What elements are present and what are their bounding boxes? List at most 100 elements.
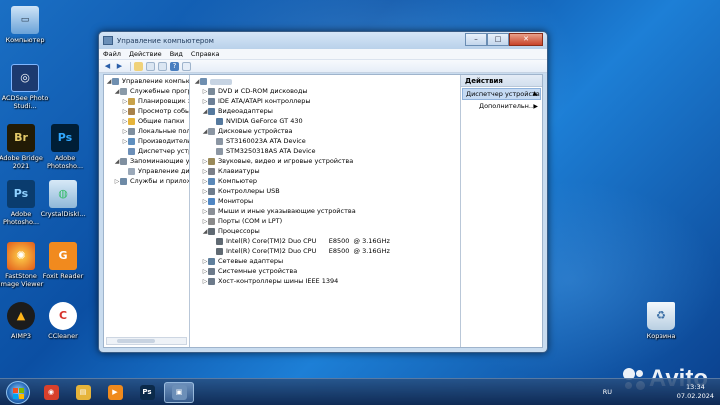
device-icon[interactable] bbox=[182, 61, 191, 71]
device-tree-item[interactable]: ▷ Компьютер bbox=[202, 177, 257, 186]
taskbar-app-explorer[interactable]: ▤ bbox=[68, 382, 98, 403]
device-tree-item[interactable]: NVIDIA GeForce GT 430 bbox=[210, 117, 303, 126]
device-tree-item[interactable]: ▷ Мыши и иные указывающие устройства bbox=[202, 207, 356, 216]
device-tree-item[interactable]: ▷ Мониторы bbox=[202, 197, 253, 206]
actions-selected-label: Диспетчер устройств bbox=[466, 90, 540, 98]
desktop-icon-photoshop-1[interactable]: Ps Adobe Photosho... bbox=[40, 124, 90, 170]
nav-tree-item[interactable]: ▷Просмотр событи bbox=[122, 107, 189, 116]
taskbar-app-computer-management[interactable]: ▣ bbox=[164, 382, 194, 403]
start-button[interactable] bbox=[6, 381, 30, 404]
desktop-icon-recycle-bin[interactable]: ♻ Корзина bbox=[636, 302, 686, 340]
menu-view[interactable]: Вид bbox=[170, 50, 183, 58]
nav-tree-item[interactable]: Управление диска bbox=[122, 167, 189, 176]
chrome-icon: ◉ bbox=[43, 385, 59, 400]
nav-tree-item[interactable]: ▷Локальные польз bbox=[122, 127, 189, 136]
device-tree-item[interactable]: ▷ IDE ATA/ATAPI контроллеры bbox=[202, 97, 311, 106]
collapse-arrow-icon[interactable]: ▲ bbox=[532, 89, 537, 99]
device-tree-item[interactable]: ▷ Системные устройства bbox=[202, 267, 297, 276]
help-icon[interactable]: ? bbox=[170, 61, 179, 71]
device-tree-item[interactable]: ▷ Порты (COM и LPT) bbox=[202, 217, 282, 226]
device-tree-label: Компьютер bbox=[218, 177, 257, 185]
actions-selected-device-manager[interactable]: Диспетчер устройств ▲ bbox=[462, 88, 541, 100]
scrollbar-thumb[interactable] bbox=[117, 339, 155, 343]
menu-bar: Файл Действие Вид Справка bbox=[99, 49, 547, 60]
close-button[interactable]: ✕ bbox=[509, 33, 543, 46]
media-player-icon: ▶ bbox=[107, 385, 123, 400]
tree-node-icon bbox=[120, 158, 127, 165]
device-tree-item[interactable]: ▷ DVD и CD-ROM дисководы bbox=[202, 87, 308, 96]
device-category-icon bbox=[216, 248, 223, 255]
desktop-icon-label: Корзина bbox=[646, 332, 676, 340]
taskbar-app-media-player[interactable]: ▶ bbox=[100, 382, 130, 403]
desktop-icon-computer[interactable]: ▭ Компьютер bbox=[0, 6, 50, 44]
desktop-icon-ccleaner[interactable]: C CCleaner bbox=[38, 302, 88, 340]
show-tree-icon[interactable] bbox=[146, 61, 155, 71]
forward-arrow-icon[interactable]: ▶ bbox=[115, 62, 124, 71]
nav-tree-item[interactable]: ▷ Общие папки bbox=[122, 117, 184, 126]
back-arrow-icon[interactable]: ◀ bbox=[103, 62, 112, 71]
device-tree-item[interactable]: STM3250318AS ATA Device bbox=[210, 147, 315, 156]
desktop-icon-label: FastStone Image Viewer bbox=[0, 272, 44, 288]
properties-icon[interactable] bbox=[158, 61, 167, 71]
clock[interactable]: 13:34 07.02.2024 bbox=[677, 383, 714, 401]
nav-tree-label: Производительн bbox=[138, 137, 190, 145]
device-tree-label: Дисковые устройства bbox=[218, 127, 293, 135]
nav-tree-item[interactable]: ◢Служебные програм bbox=[114, 87, 189, 96]
device-category-icon bbox=[208, 218, 215, 225]
menu-action[interactable]: Действие bbox=[129, 50, 162, 58]
maximize-button[interactable]: □ bbox=[487, 33, 509, 46]
tree-node-icon bbox=[120, 88, 127, 95]
device-tree-label: Мониторы bbox=[218, 197, 254, 205]
menu-help[interactable]: Справка bbox=[191, 50, 220, 58]
faststone-icon: ✺ bbox=[7, 242, 35, 270]
device-tree-item[interactable]: ▷ Сетевые адаптеры bbox=[202, 257, 283, 266]
language-indicator[interactable]: RU bbox=[603, 388, 612, 396]
actions-more[interactable]: Дополнительн... ▶ bbox=[461, 101, 542, 112]
nav-tree-label: Запоминающие устр bbox=[130, 157, 190, 165]
taskbar-app-photoshop[interactable]: Ps bbox=[132, 382, 162, 403]
actions-header: Действия bbox=[461, 75, 542, 87]
nav-tree-item[interactable]: Диспетчер устрой bbox=[122, 147, 189, 156]
device-tree-item[interactable]: ▷ Клавиатуры bbox=[202, 167, 260, 176]
nav-tree-item[interactable]: ▷Планировщик зад bbox=[122, 97, 189, 106]
horizontal-scrollbar[interactable] bbox=[106, 337, 187, 345]
desktop-icon-label: Adobe Bridge 2021 bbox=[0, 154, 43, 170]
device-tree-label: IDE ATA/ATAPI контроллеры bbox=[218, 97, 311, 105]
taskbar-app-chrome[interactable]: ◉ bbox=[36, 382, 66, 403]
nav-tree-label: Планировщик зад bbox=[138, 97, 189, 105]
tree-node-icon bbox=[120, 178, 127, 185]
device-tree-item[interactable]: ◢ Процессоры bbox=[202, 227, 260, 236]
minimize-button[interactable]: – bbox=[465, 33, 487, 46]
device-tree-item[interactable]: ◢ bbox=[194, 77, 232, 86]
device-tree-item[interactable]: Intel(R) Core(TM)2 Duo CPU E8500 @ 3.16G… bbox=[210, 247, 390, 256]
device-tree-label: Хост-контроллеры шины IEEE 1394 bbox=[218, 277, 339, 285]
device-tree-item[interactable]: ▷ Хост-контроллеры шины IEEE 1394 bbox=[202, 277, 338, 286]
device-category-icon bbox=[208, 88, 215, 95]
ccleaner-icon: C bbox=[49, 302, 77, 330]
nav-tree-item[interactable]: ▷Службы и приложен bbox=[114, 177, 189, 186]
up-folder-icon[interactable] bbox=[134, 61, 143, 71]
clock-time: 13:34 bbox=[686, 383, 705, 391]
device-tree-label: Процессоры bbox=[218, 227, 260, 235]
desktop-icon-crystaldisk[interactable]: ◍ CrystalDiskI... bbox=[38, 180, 88, 218]
device-tree-item[interactable]: ▷ Контроллеры USB bbox=[202, 187, 280, 196]
expand-arrow-icon[interactable]: ▶ bbox=[533, 101, 538, 112]
menu-file[interactable]: Файл bbox=[103, 50, 121, 58]
device-tree-item[interactable]: ▷ Звуковые, видео и игровые устройства bbox=[202, 157, 353, 166]
nav-tree-label: Службы и приложен bbox=[130, 177, 189, 185]
device-tree-item[interactable]: ◢ Дисковые устройства bbox=[202, 127, 293, 136]
device-category-icon bbox=[208, 228, 215, 235]
nav-tree-item[interactable]: ▷ Производительн bbox=[122, 137, 190, 146]
tree-node-icon bbox=[128, 108, 135, 115]
nav-tree-item[interactable]: ◢Управление компьютер bbox=[106, 77, 189, 86]
windows-logo-icon bbox=[13, 388, 24, 399]
device-tree-item[interactable]: ◢ Видеоадаптеры bbox=[202, 107, 273, 116]
device-category-icon bbox=[208, 198, 215, 205]
desktop-icon-acdsee[interactable]: ◎ ACDSee Photo Studi... bbox=[0, 64, 50, 110]
nav-tree-item[interactable]: ◢Запоминающие устр bbox=[114, 157, 190, 166]
device-category-icon bbox=[208, 268, 215, 275]
device-tree-item[interactable]: ST3160023A ATA Device bbox=[210, 137, 306, 146]
device-category-icon bbox=[200, 78, 207, 85]
device-tree-item[interactable]: Intel(R) Core(TM)2 Duo CPU E8500 @ 3.16G… bbox=[210, 237, 390, 246]
desktop-icon-foxit[interactable]: G Foxit Reader bbox=[38, 242, 88, 280]
